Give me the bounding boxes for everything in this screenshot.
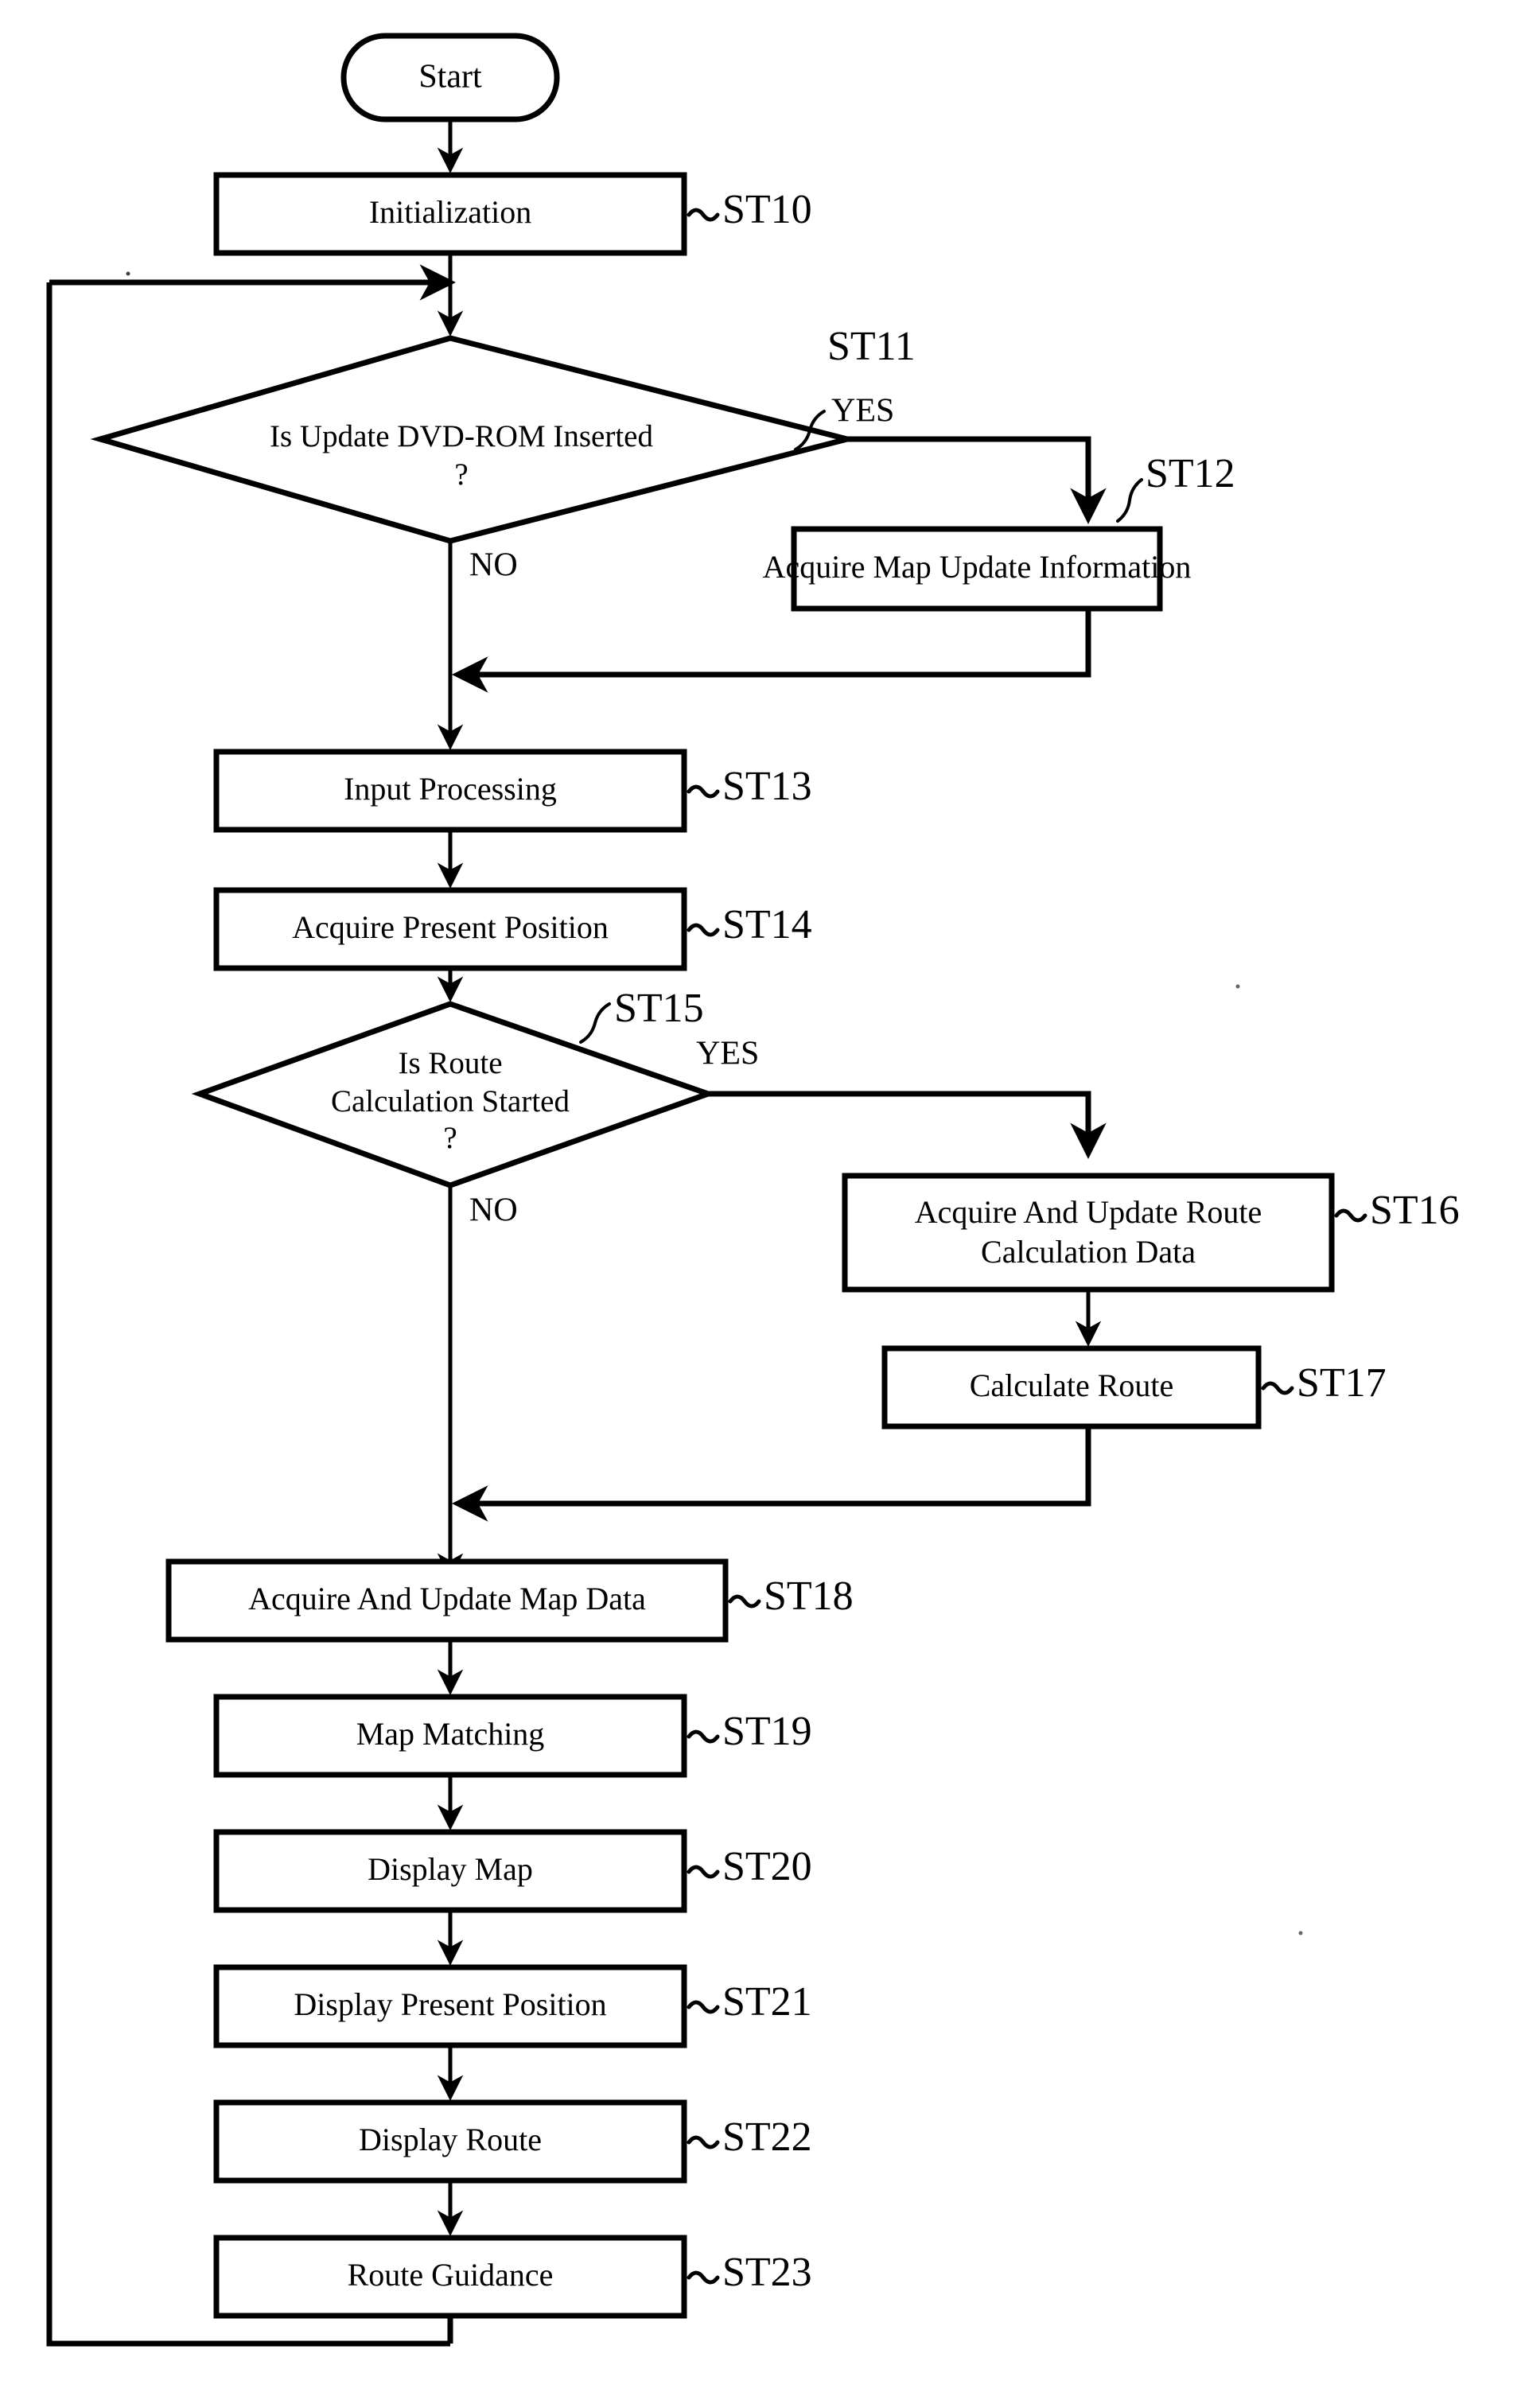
step-label-st15: ST15 xyxy=(614,986,704,1031)
step-label-st20: ST20 xyxy=(722,1844,812,1889)
leader-st12 xyxy=(1116,478,1143,523)
node-st10-label: Initialization xyxy=(369,194,531,230)
node-st14-label: Acquire Present Position xyxy=(292,909,609,945)
step-label-st18: ST18 xyxy=(764,1574,854,1619)
node-st15-label: Is Route xyxy=(398,1046,502,1080)
flowchart-page: Start Initialization ST10 Is Update DVD-… xyxy=(0,0,1521,2408)
scan-artifact-dot xyxy=(1298,1931,1303,1935)
node-st23-label: Route Guidance xyxy=(348,2257,554,2293)
step-label-st14: ST14 xyxy=(722,902,812,947)
tilde-st18 xyxy=(728,1594,761,1609)
node-start-label: Start xyxy=(418,59,482,95)
node-st16: Acquire And Update Route Calculation Dat… xyxy=(842,1173,1335,1293)
edge-st17-merge xyxy=(452,1426,1091,1522)
node-st19: Map Matching xyxy=(213,1694,687,1778)
branch-label-st15-yes: YES xyxy=(696,1036,759,1072)
tilde-st22 xyxy=(687,2135,720,2149)
node-st16-label2: Calculation Data xyxy=(981,1234,1196,1270)
node-st22-label: Display Route xyxy=(359,2122,542,2157)
node-st11-label: Is Update DVD-ROM Inserted xyxy=(270,419,653,453)
node-st20: Display Map xyxy=(213,1829,687,1913)
tilde-st23 xyxy=(687,2270,720,2285)
scan-artifact-dot xyxy=(1235,984,1240,989)
step-label-st13: ST13 xyxy=(722,764,812,809)
node-st13-label: Input Processing xyxy=(344,771,557,807)
step-label-st11: ST11 xyxy=(827,324,916,369)
step-label-st22: ST22 xyxy=(722,2114,812,2160)
node-st17-label: Calculate Route xyxy=(970,1367,1174,1403)
node-st15-label3: ? xyxy=(443,1121,457,1155)
node-st18: Acquire And Update Map Data xyxy=(165,1558,729,1643)
node-st20-label: Display Map xyxy=(368,1851,533,1887)
tilde-st20 xyxy=(687,1865,720,1879)
node-st15-label2: Calculation Started xyxy=(331,1084,570,1118)
tilde-st21 xyxy=(687,2000,720,2014)
tilde-st14 xyxy=(687,923,720,937)
node-st10: Initialization xyxy=(213,172,687,256)
node-st12-label: Acquire Map Update Information xyxy=(763,549,1192,585)
node-st16-label: Acquire And Update Route xyxy=(915,1194,1262,1230)
branch-label-st11-yes: YES xyxy=(831,393,894,430)
tilde-st19 xyxy=(687,1729,720,1744)
flowchart-canvas: Start Initialization ST10 Is Update DVD-… xyxy=(46,33,1460,2347)
branch-label-st11-no: NO xyxy=(469,547,518,584)
edge-st11-yes-to-st12 xyxy=(847,436,1107,524)
node-st18-label: Acquire And Update Map Data xyxy=(248,1581,646,1616)
tilde-st13 xyxy=(687,784,720,799)
branch-label-st15-no: NO xyxy=(469,1192,518,1229)
scan-artifact-dot xyxy=(126,271,130,276)
node-st17: Calculate Route xyxy=(881,1345,1262,1430)
step-label-st21: ST21 xyxy=(722,1979,812,2025)
node-st11-label2: ? xyxy=(454,457,468,492)
node-st19-label: Map Matching xyxy=(356,1716,545,1752)
node-st22: Display Route xyxy=(213,2099,687,2184)
node-st23: Route Guidance xyxy=(213,2235,687,2319)
tilde-st17 xyxy=(1261,1381,1294,1395)
step-label-st10: ST10 xyxy=(722,187,812,232)
step-label-st17: ST17 xyxy=(1297,1360,1387,1406)
step-label-st16: ST16 xyxy=(1370,1188,1460,1233)
node-st11: Is Update DVD-ROM Inserted ? xyxy=(90,335,848,544)
step-label-st23: ST23 xyxy=(722,2250,812,2295)
node-st21: Display Present Position xyxy=(213,1964,687,2048)
edge-st12-merge xyxy=(452,609,1091,693)
edge-st15-yes-to-st16 xyxy=(708,1091,1107,1159)
node-st13: Input Processing xyxy=(213,749,687,833)
node-st14: Acquire Present Position xyxy=(213,887,687,971)
node-st12: Acquire Map Update Information xyxy=(763,526,1192,612)
tilde-st16 xyxy=(1334,1208,1367,1223)
node-st15: Is Route Calculation Started ? xyxy=(191,1001,717,1188)
step-label-st19: ST19 xyxy=(722,1709,812,1754)
leader-st15 xyxy=(579,1002,611,1044)
node-st21-label: Display Present Position xyxy=(294,1986,606,2022)
tilde-st10 xyxy=(687,208,720,222)
node-start: Start xyxy=(340,33,560,123)
step-label-st12: ST12 xyxy=(1146,451,1235,496)
